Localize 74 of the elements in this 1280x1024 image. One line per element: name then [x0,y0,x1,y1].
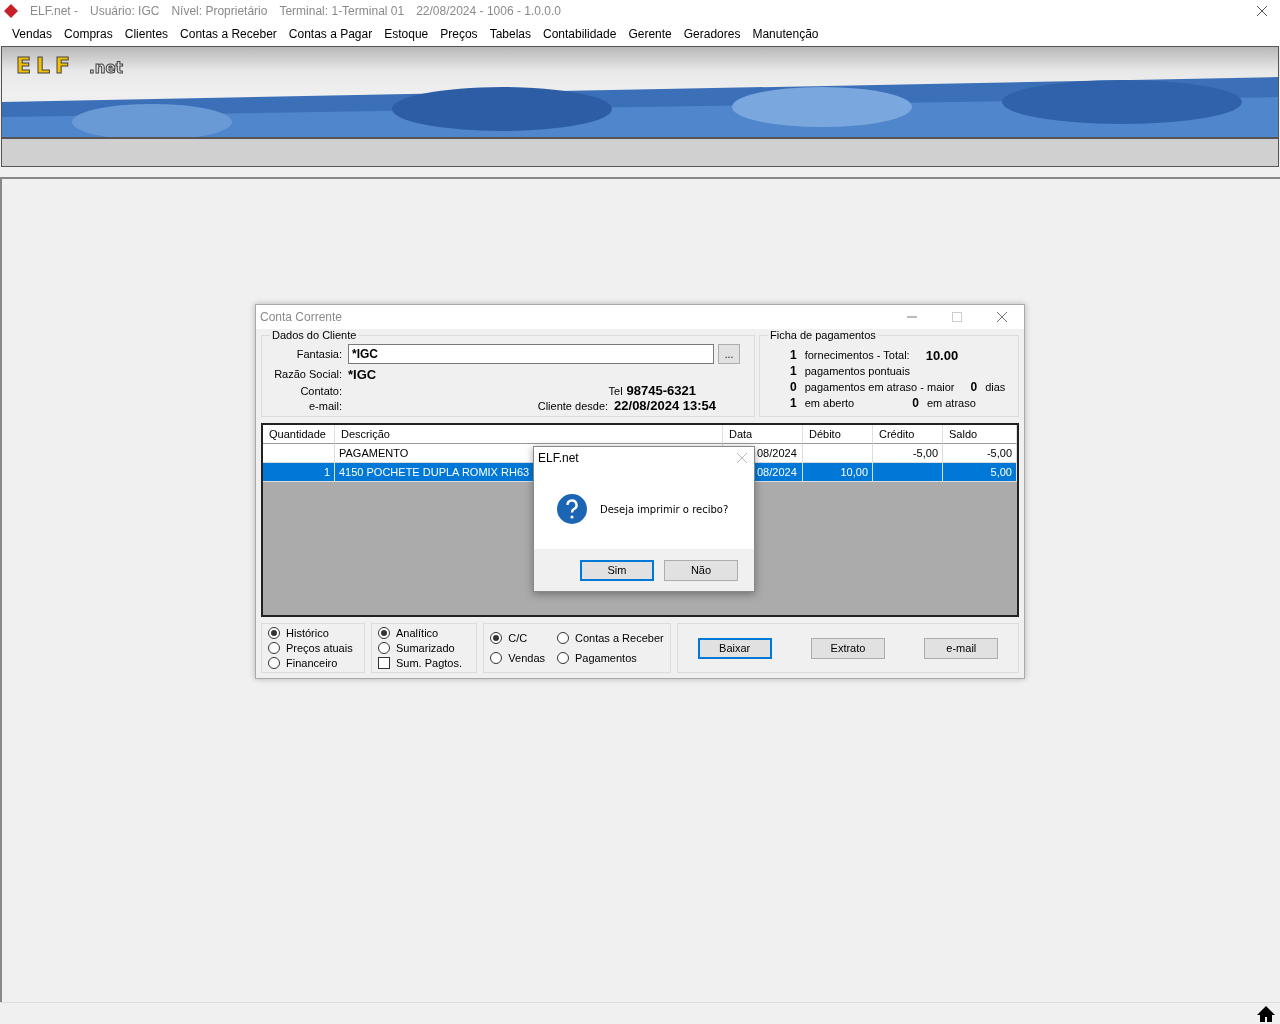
radio-button[interactable]: Financeiro [268,656,358,670]
menu-item[interactable]: Preços [434,27,484,41]
input-field[interactable]: *IGC [348,344,714,364]
radio-button[interactable]: Histórico [268,626,358,640]
menu-item[interactable]: Contas a Pagar [282,27,379,41]
table-cell: 10,00 [803,463,873,482]
radio-button[interactable]: Vendas [490,651,545,665]
window-title: Conta Corrente [260,310,344,324]
column-header[interactable]: Descrição [335,425,723,444]
count-value: 1 [790,396,797,410]
stat-value: 0 [970,380,978,394]
stat-unit: em atraso [926,397,976,409]
column-header[interactable]: Débito [803,425,873,444]
user-label: Usuário: IGC [90,4,160,18]
button[interactable]: Baixar [697,637,772,659]
group-title: Ficha de pagamentos [769,330,877,341]
table-cell: 5,00 [943,463,1017,482]
menu-item[interactable]: Tabelas [483,27,537,41]
stat-label: em aberto [804,397,855,409]
menu-item[interactable]: Clientes [118,27,175,41]
radio-button[interactable]: Analítico [378,626,470,640]
logo-suffix: .net [89,59,123,77]
table-cell: -5,00 [873,444,943,463]
phone-value: 98745-6321 [626,383,696,398]
checkbox[interactable]: Sum. Pagtos. [378,656,470,670]
stat-label: pagamentos em atraso - maior [804,381,955,393]
field-label: Tel [608,385,623,397]
field-value: *IGC [348,366,378,382]
stat-label: fornecimentos - Total: [804,349,910,361]
column-header[interactable]: Data [723,425,803,444]
menu-item[interactable]: Vendas [6,27,59,41]
app-name: ELF.net - [30,4,79,18]
field-label: Fantasia: [295,348,342,360]
column-header[interactable]: Quantidade [263,425,335,444]
radio-button[interactable]: Sumarizado [378,641,470,655]
stat-label: pagamentos pontuais [804,365,910,377]
column-header[interactable]: Crédito [873,425,943,444]
menu-item[interactable]: Geradores [677,27,747,41]
field-label: Contato: [299,384,342,397]
version-label: 22/08/2024 - 1006 - 1.0.0.0 [416,4,561,18]
menu-item[interactable]: Contas a Receber [174,27,283,41]
table-cell: -5,00 [943,444,1017,463]
date-value: 22/08/2024 13:54 [614,398,716,413]
field-label: e-mail: [308,399,342,412]
button[interactable]: Sim [580,559,654,581]
stat-value: 10.00 [925,347,959,363]
menu-item[interactable]: Gerente [622,27,678,41]
count-value: 1 [790,348,797,362]
dialog-title: ELF.net [538,451,579,465]
menu-item[interactable]: Manutenção [746,27,825,41]
radio-button[interactable]: Preços atuais [268,641,358,655]
menu-item[interactable]: Estoque [378,27,435,41]
button[interactable]: e-mail [924,637,999,659]
lookup-button[interactable]: ... [718,344,740,364]
stat-unit: dias [985,381,1006,393]
radio-button[interactable]: Contas a Receber [557,631,664,645]
level-label: Nível: Proprietário [171,4,268,18]
field-label: Razão Social: [273,368,342,380]
radio-button[interactable]: C/C [490,631,545,645]
terminal-label: Terminal: 1-Terminal 01 [279,4,405,18]
menu-item[interactable]: Contabilidade [537,27,623,41]
radio-button[interactable]: Pagamentos [557,651,664,665]
count-value: 0 [790,380,797,394]
button[interactable]: Extrato [811,637,885,659]
column-header[interactable]: Saldo [943,425,1017,444]
count-value: 1 [790,364,797,378]
logo: ELF [16,53,76,78]
dialog-message: Deseja imprimir o recibo? [600,503,729,515]
table-cell: 1 [263,463,335,482]
menu-item[interactable]: Compras [58,27,119,41]
group-title: Dados do Cliente [271,330,358,341]
stat-value: 0 [912,396,919,410]
field-label: Cliente desde: [537,400,609,412]
button[interactable]: Não [664,559,738,581]
